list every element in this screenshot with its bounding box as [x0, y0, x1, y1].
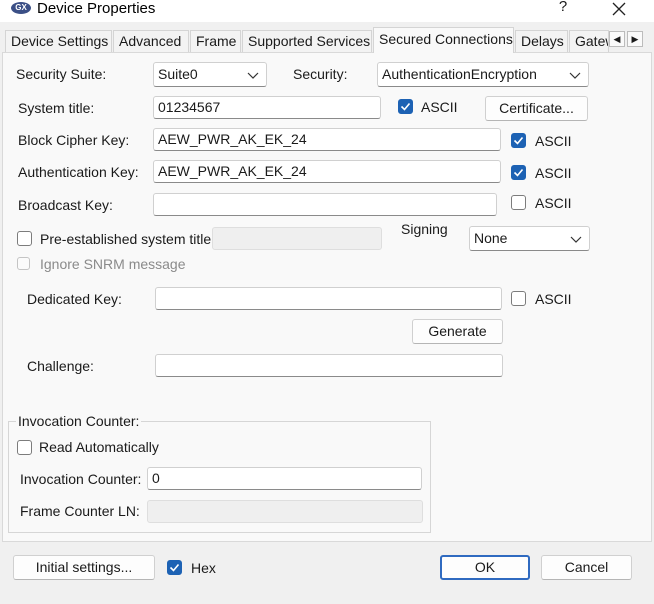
invocation-counter-group-title: Invocation Counter: — [16, 413, 142, 429]
signing-label: Signing — [401, 221, 448, 237]
invocation-counter-input[interactable]: 0 — [147, 467, 422, 490]
read-automatically-checkbox[interactable] — [17, 440, 32, 455]
challenge-input[interactable] — [155, 354, 503, 377]
hex-checkbox[interactable] — [167, 560, 182, 575]
authentication-ascii-label: ASCII — [535, 165, 572, 181]
dedicated-ascii-label: ASCII — [535, 291, 572, 307]
cancel-button[interactable]: Cancel — [541, 555, 632, 580]
tab-secured-connections[interactable]: Secured Connections — [373, 27, 514, 53]
pre-established-input — [212, 227, 382, 250]
tab-scroll-left-button[interactable]: ◀ — [609, 31, 625, 47]
pre-established-checkbox[interactable] — [17, 231, 32, 246]
checkmark-icon — [400, 102, 411, 111]
ignore-snrm-checkbox — [17, 257, 30, 270]
broadcast-ascii-checkbox[interactable] — [511, 195, 526, 210]
tab-advanced[interactable]: Advanced — [113, 30, 189, 52]
chevron-left-icon: ◀ — [613, 34, 621, 44]
tab-gateway[interactable]: Gateway — [569, 30, 609, 52]
security-suite-label: Security Suite: — [16, 66, 107, 82]
generate-button[interactable]: Generate — [412, 319, 503, 344]
authentication-ascii-checkbox[interactable] — [511, 165, 526, 180]
security-suite-value: Suite0 — [158, 66, 198, 82]
close-icon — [612, 2, 626, 16]
chevron-down-icon — [570, 236, 582, 243]
chevron-down-icon — [247, 72, 259, 79]
ignore-snrm-label: Ignore SNRM message — [40, 256, 186, 272]
broadcast-key-input[interactable] — [153, 193, 497, 216]
window-title: Device Properties — [37, 0, 156, 17]
initial-settings-button[interactable]: Initial settings... — [13, 555, 155, 580]
ok-button[interactable]: OK — [440, 555, 530, 580]
help-button[interactable]: ? — [551, 0, 575, 18]
hex-label: Hex — [191, 560, 216, 576]
tab-supported-services[interactable]: Supported Services — [242, 30, 372, 52]
dedicated-key-input[interactable] — [155, 287, 502, 310]
broadcast-key-label: Broadcast Key: — [18, 197, 113, 213]
pre-established-label: Pre-established system title: — [40, 231, 216, 247]
chevron-right-icon: ▶ — [631, 34, 639, 44]
system-title-input[interactable]: 01234567 — [153, 96, 381, 119]
close-button[interactable] — [605, 0, 633, 19]
frame-counter-ln-input — [147, 500, 423, 523]
dedicated-key-label: Dedicated Key: — [27, 291, 122, 307]
read-automatically-label: Read Automatically — [39, 439, 159, 455]
signing-value: None — [474, 230, 508, 246]
block-cipher-ascii-checkbox[interactable] — [511, 133, 526, 148]
block-cipher-key-input[interactable]: AEW_PWR_AK_EK_24 — [153, 128, 501, 151]
frame-counter-ln-label: Frame Counter LN: — [20, 503, 140, 519]
checkmark-icon — [513, 136, 524, 145]
block-cipher-ascii-label: ASCII — [535, 133, 572, 149]
dedicated-ascii-checkbox[interactable] — [511, 291, 526, 306]
authentication-key-input[interactable]: AEW_PWR_AK_EK_24 — [153, 160, 501, 183]
invocation-counter-label: Invocation Counter: — [20, 471, 142, 487]
security-value: AuthenticationEncryption — [382, 66, 537, 82]
signing-select[interactable]: None — [469, 226, 590, 251]
block-cipher-key-label: Block Cipher Key: — [18, 132, 130, 148]
security-suite-select[interactable]: Suite0 — [153, 62, 267, 87]
checkmark-icon — [169, 563, 180, 572]
system-title-label: System title: — [18, 100, 95, 116]
certificate-button[interactable]: Certificate... — [485, 96, 588, 121]
system-title-ascii-label: ASCII — [421, 99, 458, 115]
checkmark-icon — [513, 168, 524, 177]
tab-frame[interactable]: Frame — [190, 30, 241, 52]
tab-delays[interactable]: Delays — [515, 30, 568, 52]
authentication-key-label: Authentication Key: — [18, 164, 139, 180]
challenge-label: Challenge: — [27, 358, 94, 374]
system-title-ascii-checkbox[interactable] — [398, 99, 413, 114]
app-icon: GX — [11, 2, 31, 14]
broadcast-ascii-label: ASCII — [535, 195, 572, 211]
security-label: Security: — [293, 66, 348, 82]
tab-scroll-right-button[interactable]: ▶ — [627, 31, 643, 47]
tab-device-settings[interactable]: Device Settings — [5, 30, 112, 52]
security-select[interactable]: AuthenticationEncryption — [377, 62, 589, 87]
chevron-down-icon — [569, 72, 581, 79]
